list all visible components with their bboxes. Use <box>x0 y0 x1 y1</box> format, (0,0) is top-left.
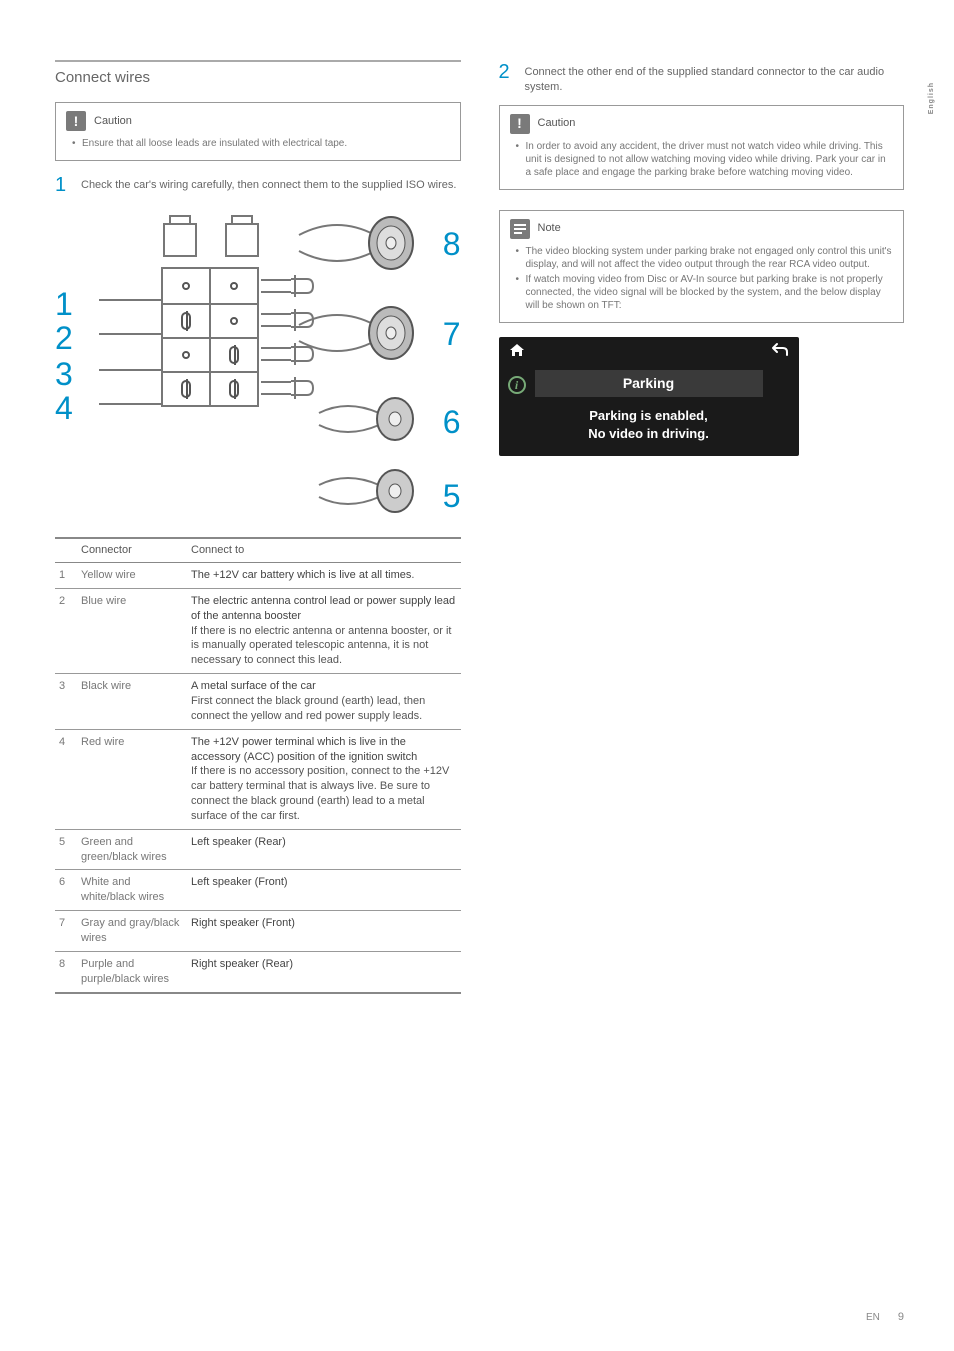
info-icon: i <box>508 376 526 394</box>
lead-line <box>99 333 161 335</box>
lead-line <box>99 369 161 371</box>
speaker-plug-8 <box>297 215 417 271</box>
diagram-label-5: 5 <box>443 475 461 518</box>
table-row: 2 Blue wire The electric antenna control… <box>55 588 461 673</box>
iso-pin-grid <box>161 267 259 407</box>
note-icon <box>510 219 530 239</box>
language-tab: English <box>927 82 936 114</box>
caution-icon: ! <box>510 114 530 134</box>
spade-connector <box>289 375 315 401</box>
diagram-label-8: 8 <box>443 223 461 266</box>
caution-box-right: ! Caution In order to avoid any accident… <box>499 105 905 190</box>
note-box: Note The video blocking system under par… <box>499 210 905 323</box>
step-2-number: 2 <box>499 62 513 95</box>
table-row: 1 Yellow wire The +12V car battery which… <box>55 563 461 589</box>
home-icon <box>509 342 525 364</box>
caution-item: In order to avoid any accident, the driv… <box>516 140 894 179</box>
speaker-plug-7 <box>297 305 417 361</box>
th-connect-to: Connect to <box>187 538 461 562</box>
tft-message-line: Parking is enabled, <box>535 407 763 425</box>
back-icon <box>771 342 789 364</box>
right-column: 2 Connect the other end of the supplied … <box>499 60 905 994</box>
footer-page-number: 9 <box>898 1310 904 1325</box>
iso-top-b <box>231 215 253 223</box>
caution-item: Ensure that all loose leads are insulate… <box>72 137 450 150</box>
step-1-text: Check the car's wiring carefully, then c… <box>81 175 456 195</box>
caution-box-left: ! Caution Ensure that all loose leads ar… <box>55 102 461 161</box>
step-1-number: 1 <box>55 175 69 195</box>
th-blank <box>55 538 77 562</box>
diagram-label-4: 4 <box>55 387 73 430</box>
page-columns: Connect wires ! Caution Ensure that all … <box>55 60 904 994</box>
iso-block-a <box>163 223 197 257</box>
th-connector: Connector <box>77 538 187 562</box>
step-2-text: Connect the other end of the supplied st… <box>525 62 905 95</box>
diagram-label-7: 7 <box>443 313 461 356</box>
spade-connector <box>289 273 315 299</box>
caution-title: Caution <box>94 114 132 129</box>
diagram-body <box>85 205 431 515</box>
note-item: If watch moving video from Disc or AV-In… <box>516 273 894 312</box>
note-item: The video blocking system under parking … <box>516 245 894 271</box>
page-footer: EN 9 <box>866 1310 904 1325</box>
tft-screenshot: i Parking Parking is enabled, No video i… <box>499 337 799 457</box>
tft-message-line: No video in driving. <box>535 425 763 443</box>
wiring-diagram: 1 2 3 4 5 6 7 8 <box>55 205 461 515</box>
speaker-plug-5 <box>317 467 417 515</box>
step-1: 1 Check the car's wiring carefully, then… <box>55 175 461 195</box>
tft-title: Parking <box>535 370 763 397</box>
table-row: 3 Black wire A metal surface of the carF… <box>55 674 461 730</box>
lead-line <box>99 403 161 405</box>
note-title: Note <box>538 221 561 236</box>
left-column: Connect wires ! Caution Ensure that all … <box>55 60 461 994</box>
section-title-connect-wires: Connect wires <box>55 60 461 88</box>
table-row: 4 Red wire The +12V power terminal which… <box>55 729 461 829</box>
speaker-plug-6 <box>317 395 417 443</box>
table-row: 8 Purple and purple/black wires Right sp… <box>55 951 461 992</box>
caution-title: Caution <box>538 116 576 131</box>
diagram-label-6: 6 <box>443 401 461 444</box>
iso-top-a <box>169 215 191 223</box>
footer-lang: EN <box>866 1311 880 1325</box>
caution-icon: ! <box>66 111 86 131</box>
connector-table: Connector Connect to 1 Yellow wire The +… <box>55 537 461 993</box>
iso-block-b <box>225 223 259 257</box>
step-2: 2 Connect the other end of the supplied … <box>499 62 905 95</box>
table-row: 6 White and white/black wires Left speak… <box>55 870 461 911</box>
lead-line <box>99 299 161 301</box>
table-row: 5 Green and green/black wires Left speak… <box>55 829 461 870</box>
table-row: 7 Gray and gray/black wires Right speake… <box>55 911 461 952</box>
